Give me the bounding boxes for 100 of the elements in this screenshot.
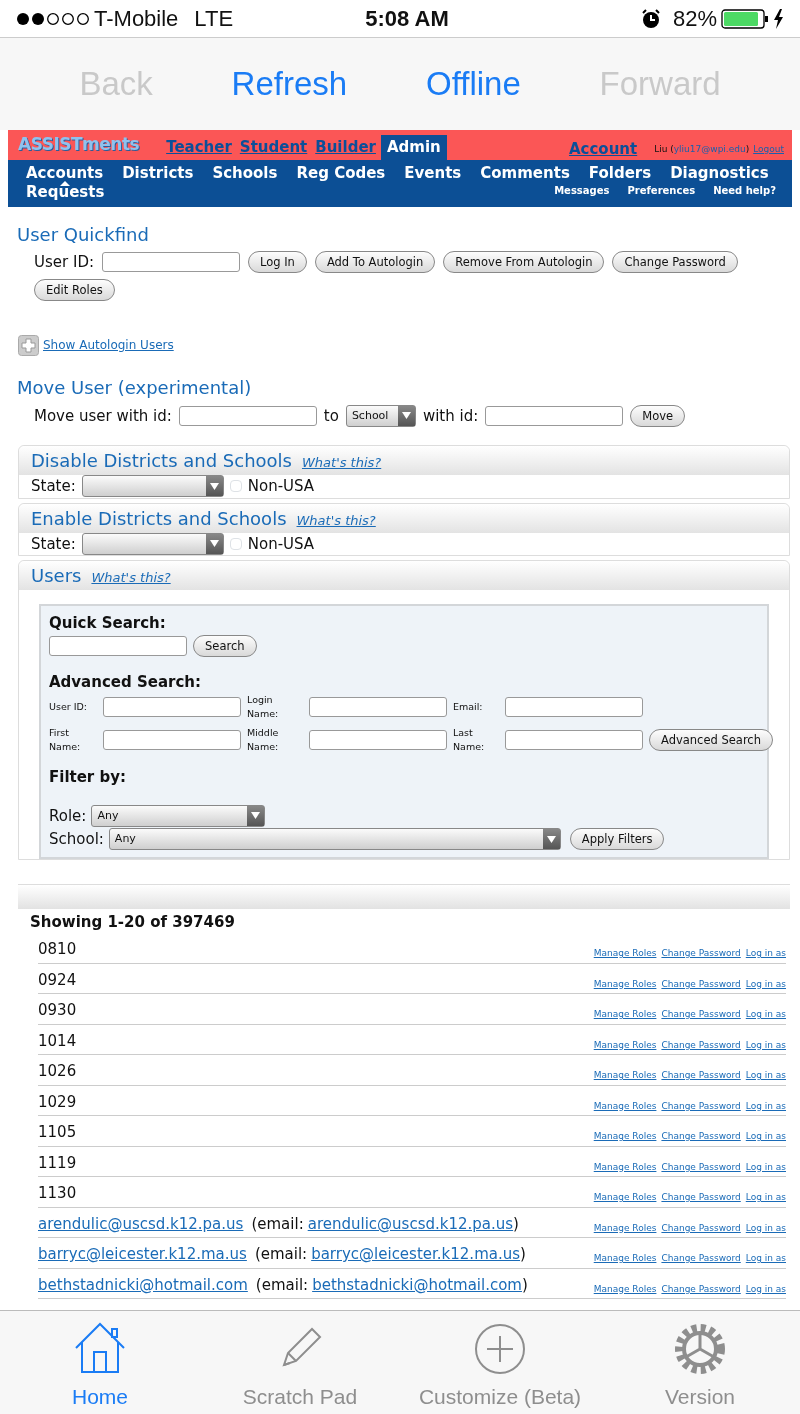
row-action-link[interactable]: Change Password [661, 1160, 741, 1174]
tab-bar-item[interactable]: Scratch Pad [200, 1311, 400, 1414]
search-field[interactable] [103, 697, 241, 718]
row-action-link[interactable]: Manage Roles [593, 947, 657, 961]
row-action-link[interactable]: Manage Roles [593, 1038, 657, 1052]
row-action-link[interactable]: Log in as [745, 977, 786, 991]
state-select[interactable] [81, 532, 224, 555]
signal-icon [16, 10, 90, 27]
row-action-link[interactable]: Log in as [745, 1191, 786, 1205]
row-action-link[interactable]: Manage Roles [593, 1252, 657, 1266]
row-action-link[interactable]: Manage Roles [593, 1282, 657, 1296]
advanced-search-button[interactable]: Advanced Search [649, 728, 773, 751]
search-field[interactable] [103, 729, 241, 750]
non-usa-checkbox[interactable] [229, 480, 242, 493]
row-action-link[interactable]: Log in as [745, 1282, 786, 1296]
nav-item[interactable]: Comments [480, 162, 570, 185]
type-dropdown[interactable]: School [345, 404, 416, 427]
nav-item[interactable]: Districts [122, 162, 194, 185]
utility-link[interactable]: Need help? [713, 182, 776, 198]
row-action-link[interactable]: Manage Roles [593, 977, 657, 991]
row-action-link[interactable]: Change Password [661, 947, 741, 961]
user-login-link[interactable]: bethstadnicki@hotmail.com [38, 1273, 248, 1296]
row-action-link[interactable]: Log in as [745, 1069, 786, 1083]
row-action-link[interactable]: Change Password [661, 1221, 741, 1235]
action-button[interactable]: Remove From Autologin [443, 251, 605, 274]
search-button[interactable]: Search [193, 634, 257, 657]
row-action-link[interactable]: Change Password [661, 1008, 741, 1022]
search-field[interactable] [505, 729, 643, 750]
role-select[interactable]: Any [91, 804, 266, 827]
row-action-link[interactable]: Manage Roles [593, 1008, 657, 1022]
tab-bar-item[interactable]: Customize (Beta) [400, 1311, 600, 1414]
user-login: 0930 [38, 1000, 77, 1021]
row-action-link[interactable]: Log in as [745, 1099, 786, 1113]
row-action-link[interactable]: Log in as [745, 1038, 786, 1052]
row-action-link[interactable]: Change Password [661, 1099, 741, 1113]
row-action-link[interactable]: Manage Roles [593, 1099, 657, 1113]
row-action-link[interactable]: Change Password [661, 1038, 741, 1052]
row-action-link[interactable]: Log in as [745, 1160, 786, 1174]
user-id-field[interactable] [178, 405, 317, 426]
row-action-link[interactable]: Change Password [661, 1069, 741, 1083]
toolbar-button[interactable]: Refresh [231, 59, 348, 109]
email-link[interactable]: arendulic@uscsd.k12.pa.us [307, 1212, 514, 1235]
search-field[interactable] [309, 697, 447, 718]
row-action-link[interactable]: Manage Roles [593, 1130, 657, 1144]
row-action-link[interactable]: Change Password [661, 1130, 741, 1144]
role-tab[interactable]: Admin [380, 134, 447, 160]
action-button[interactable]: Add To Autologin [314, 251, 436, 274]
row-action-link[interactable]: Change Password [661, 1252, 741, 1266]
help-link[interactable]: What's this? [301, 453, 382, 473]
non-usa-checkbox[interactable] [229, 537, 242, 550]
row-action-link[interactable]: Change Password [661, 1191, 741, 1205]
email-link[interactable]: bethstadnicki@hotmail.com [312, 1273, 522, 1296]
tab-bar-item[interactable]: Version [600, 1311, 800, 1414]
target-id-field[interactable] [485, 405, 624, 426]
toolbar-button[interactable]: Offline [425, 59, 521, 109]
user-login-link[interactable]: arendulic@uscsd.k12.pa.us [38, 1212, 244, 1235]
nav-item[interactable]: Folders [588, 162, 652, 185]
row-action-link[interactable]: Manage Roles [593, 1191, 657, 1205]
search-field[interactable] [309, 729, 447, 750]
user-login-link[interactable]: barryc@leicester.k12.ma.us [38, 1243, 247, 1266]
filter-dropdown[interactable]: Any [108, 828, 561, 851]
user-login: 1130 [38, 1183, 77, 1204]
show-autologin-link[interactable]: Show Autologin Users [43, 336, 174, 354]
gear-icon [672, 1321, 728, 1377]
row-action-link[interactable]: Manage Roles [593, 1160, 657, 1174]
action-button[interactable]: Edit Roles [34, 278, 115, 301]
row-action-link[interactable]: Change Password [661, 1282, 741, 1296]
user-id-field[interactable] [102, 252, 240, 273]
battery-icon [721, 8, 769, 29]
battery-percent: 82% [672, 5, 717, 33]
user-login: 1105 [38, 1122, 77, 1143]
row-action-link[interactable]: Log in as [745, 1221, 786, 1235]
row-action-link[interactable]: Log in as [745, 1252, 786, 1266]
move-button[interactable]: Move [630, 404, 686, 427]
nav-item[interactable]: Reg Codes [296, 162, 386, 185]
help-link[interactable]: What's this? [91, 568, 171, 588]
clock-time: 5:08 AM [365, 5, 450, 33]
tab-bar-item[interactable]: Home [0, 1311, 200, 1414]
row-action-link[interactable]: Log in as [745, 1130, 786, 1144]
help-link[interactable]: What's this? [296, 510, 376, 530]
apply-filters-button[interactable]: Apply Filters [569, 828, 665, 851]
nav-item[interactable]: Schools [212, 162, 278, 185]
row-action-link[interactable]: Manage Roles [593, 1069, 657, 1083]
action-button[interactable]: Log In [248, 251, 307, 274]
plus-circle-icon [472, 1321, 528, 1377]
field-label: State: [31, 476, 76, 497]
action-button[interactable]: Change Password [612, 251, 738, 274]
row-action-link[interactable]: Log in as [745, 947, 786, 961]
quick-search-field[interactable] [49, 635, 187, 656]
nav-item[interactable]: Events [404, 162, 462, 185]
section-heading: Filter by: [49, 767, 127, 788]
state-select[interactable] [81, 475, 224, 498]
nav-item[interactable]: Diagnostics [670, 162, 769, 185]
row-action-link[interactable]: Change Password [661, 977, 741, 991]
row-action-link[interactable]: Manage Roles [593, 1221, 657, 1235]
search-field[interactable] [505, 697, 643, 718]
row-action-link[interactable]: Log in as [745, 1008, 786, 1022]
email-link[interactable]: barryc@leicester.k12.ma.us [311, 1243, 521, 1266]
utility-link[interactable]: Messages [554, 182, 610, 198]
utility-link[interactable]: Preferences [627, 182, 696, 198]
